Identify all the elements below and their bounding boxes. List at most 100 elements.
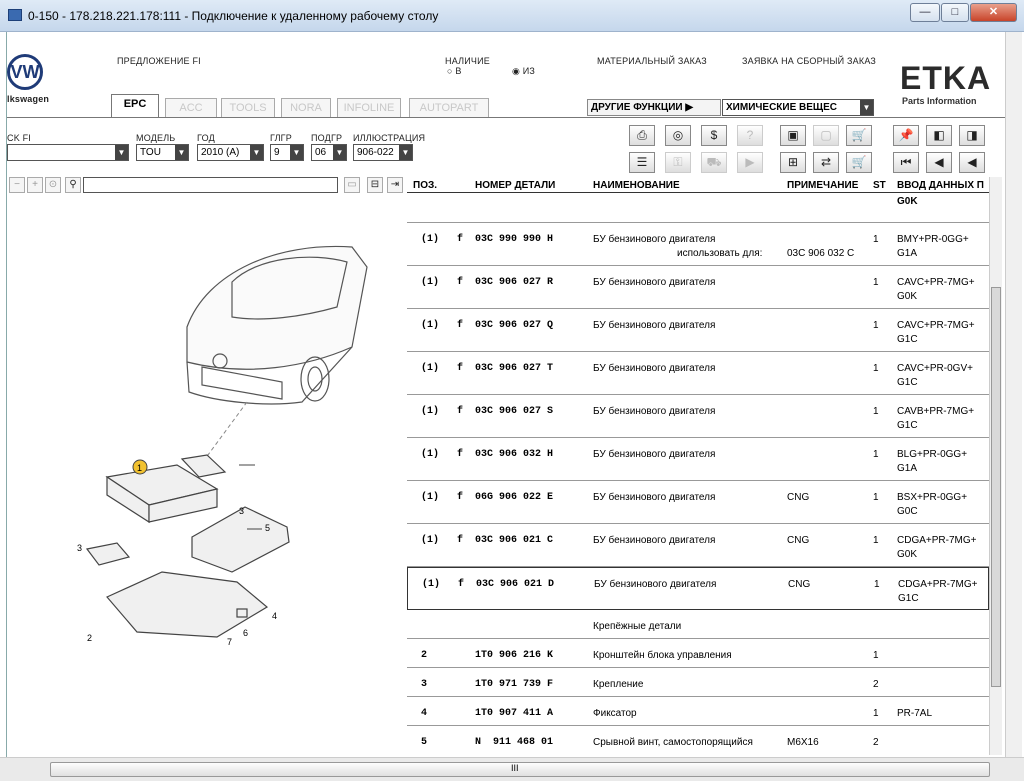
table-row[interactable]: (1) f 03C 906 027 S БУ бензинового двигател…	[407, 395, 989, 438]
col-part[interactable]: НОМЕР ДЕТАЛИ	[475, 180, 555, 191]
table-row[interactable]: (1) f 03C 906 021 C БУ бензинового двигател…	[407, 524, 989, 567]
window-horizontal-scrollbar[interactable]: III	[0, 757, 1024, 781]
cell-f: f	[458, 579, 465, 590]
close-button[interactable]: ✕	[970, 3, 1017, 22]
cell-in1: CDGA+PR-7MG+	[897, 535, 977, 546]
table-row[interactable]: 4 1T0 907 411 A Фиксатор 1 PR-7AL	[407, 697, 989, 726]
subgroup-select[interactable]: 06 ▼	[311, 144, 347, 161]
search-icon[interactable]: ⚲	[65, 177, 81, 193]
table-row[interactable]: 3 1T0 971 739 F Крепление 2	[407, 668, 989, 697]
cell-pos: (1)	[422, 579, 441, 590]
maximize-button[interactable]: □	[941, 3, 969, 22]
table-row[interactable]: 2 1T0 906 216 K Кронштейн блока управления…	[407, 639, 989, 668]
table-scrollbar[interactable]	[989, 177, 1002, 755]
model-select[interactable]: TOU ▼	[136, 144, 189, 161]
group-select[interactable]: 9 ▼	[270, 144, 304, 161]
book-next-icon[interactable]: ◨	[959, 125, 985, 146]
callout-3a: 3	[239, 506, 244, 516]
table-row-fragment[interactable]: G0K	[407, 193, 989, 223]
window-vertical-scrollbar[interactable]	[1005, 32, 1022, 757]
cell-f: f	[457, 363, 464, 374]
zoom-fit-icon[interactable]: ⊙	[45, 177, 61, 193]
car-icon[interactable]: ⛟	[701, 152, 727, 173]
tab-acc[interactable]: ACC	[165, 98, 217, 117]
row-fragment-input: G0K	[897, 196, 918, 207]
elsa-icon[interactable]: ▣	[780, 125, 806, 146]
frame-icon[interactable]: ▭	[344, 177, 360, 193]
cart-icon[interactable]: 🛒	[846, 125, 872, 146]
radio-b[interactable]: ○ В	[447, 66, 462, 76]
chevron-down-icon[interactable]: ▼	[175, 145, 188, 160]
table-scrollbar-thumb[interactable]	[991, 287, 1001, 687]
arrow-range-icon[interactable]: ▶	[737, 152, 763, 173]
zoom-out-icon[interactable]: −	[9, 177, 25, 193]
first-page-icon[interactable]: ⏮	[893, 152, 919, 173]
table-row[interactable]: (1) f 06G 906 022 E БУ бензинового двигател…	[407, 481, 989, 524]
stock-select[interactable]: ▼	[7, 144, 129, 161]
network-icon[interactable]: ⊞	[780, 152, 806, 173]
book-prev-icon[interactable]: ◧	[926, 125, 952, 146]
help-icon[interactable]: ?	[737, 125, 763, 146]
illustration-select[interactable]: 906-022 ▼	[353, 144, 413, 161]
col-input[interactable]: ВВОД ДАННЫХ П	[897, 180, 984, 191]
table-row[interactable]: (1) f 03C 906 027 R БУ бензинового двигател…	[407, 266, 989, 309]
table-row[interactable]: (1) f 03C 906 032 H БУ бензинового двигател…	[407, 438, 989, 481]
cell-st: 1	[873, 320, 879, 331]
search-parts-icon[interactable]: ◎	[665, 125, 691, 146]
chevron-down-icon[interactable]: ▼	[250, 145, 263, 160]
radio-iz[interactable]: ◉ ИЗ	[512, 66, 535, 77]
chevron-down-icon[interactable]: ▼	[115, 145, 128, 160]
prev-page-icon[interactable]: ◀	[926, 152, 952, 173]
chevron-down-icon[interactable]: ▼	[860, 100, 873, 115]
year-select[interactable]: 2010 (A) ▼	[197, 144, 264, 161]
price-icon[interactable]: $	[701, 125, 727, 146]
table-row[interactable]: Крепёжные детали	[407, 610, 989, 639]
col-pos[interactable]: ПОЗ.	[413, 180, 437, 191]
tab-tools[interactable]: TOOLS	[221, 98, 275, 117]
cell-in1: CAVC+PR-7MG+	[897, 277, 975, 288]
cell-part: N 911 468 01	[475, 737, 554, 748]
cell-st: 1	[873, 449, 879, 460]
table-row[interactable]: (1) f 03C 906 027 Q БУ бензинового двигател…	[407, 309, 989, 352]
key-icon[interactable]: ⚿	[665, 152, 691, 173]
illustration-diagram: 1 2 3 3 4 5 6 6 7	[77, 245, 368, 647]
tab-nora[interactable]: NORA	[281, 98, 331, 117]
table-row[interactable]: (1) f 03C 906 027 T БУ бензинового двигател…	[407, 352, 989, 395]
assembly-order-link[interactable]: ЗАЯВКА НА СБОРНЫЙ ЗАКАЗ	[742, 56, 876, 66]
tab-infoline[interactable]: INFOLINE	[337, 98, 401, 117]
offer-label: ПРЕДЛОЖЕНИЕ FI	[117, 56, 201, 66]
cell-f: f	[457, 234, 464, 245]
horizontal-scrollbar-thumb[interactable]: III	[50, 762, 990, 777]
tab-autopart[interactable]: AUTOPART	[409, 98, 489, 117]
table-row[interactable]: (1) f 03C 906 021 D БУ бензинового двигател…	[407, 567, 989, 610]
minimize-button[interactable]: —	[910, 3, 940, 22]
chevron-down-icon[interactable]: ▼	[399, 145, 412, 160]
split-icon[interactable]: ⇥	[387, 177, 403, 193]
material-order-link[interactable]: МАТЕРИАЛЬНЫЙ ЗАКАЗ	[597, 56, 707, 66]
cell-pos: (1)	[421, 449, 440, 460]
table-row[interactable]: 5 N 911 468 01 Срывной винт, самостопорящи…	[407, 726, 989, 753]
chevron-down-icon[interactable]: ▼	[333, 145, 346, 160]
chevron-down-icon[interactable]: ▼	[290, 145, 303, 160]
tab-epc[interactable]: EPC	[111, 94, 159, 118]
col-note[interactable]: ПРИМЕЧАНИЕ	[787, 180, 858, 191]
callout-5: 5	[265, 523, 270, 533]
col-name[interactable]: НАИМЕНОВАНИЕ	[593, 180, 680, 191]
other-functions-button[interactable]: ДРУГИЕ ФУНКЦИИ ▶	[587, 99, 721, 116]
col-st[interactable]: ST	[873, 180, 886, 191]
depot-icon[interactable]: ▢	[813, 125, 839, 146]
table-row[interactable]: (1) f 03C 990 990 H БУ бензинового двигател…	[407, 223, 989, 266]
pin-icon[interactable]: 📌	[893, 125, 919, 146]
cart-add-icon[interactable]: 🛒	[846, 152, 872, 173]
search-input[interactable]	[83, 177, 338, 193]
cell-name: Срывной винт, самостопорящийся	[593, 737, 753, 748]
transfer-icon[interactable]: ⇄	[813, 152, 839, 173]
layout-icon[interactable]: ⊟	[367, 177, 383, 193]
remote-desktop-icon	[8, 9, 22, 21]
chemicals-select[interactable]: ХИМИЧЕСКИЕ ВЕЩЕС ▼	[722, 99, 874, 116]
print-icon[interactable]: ⎙	[629, 125, 655, 146]
list-icon[interactable]: ☰	[629, 152, 655, 173]
zoom-in-icon[interactable]: +	[27, 177, 43, 193]
back-icon[interactable]: ◀	[959, 152, 985, 173]
cell-in2: G0C	[897, 506, 918, 517]
